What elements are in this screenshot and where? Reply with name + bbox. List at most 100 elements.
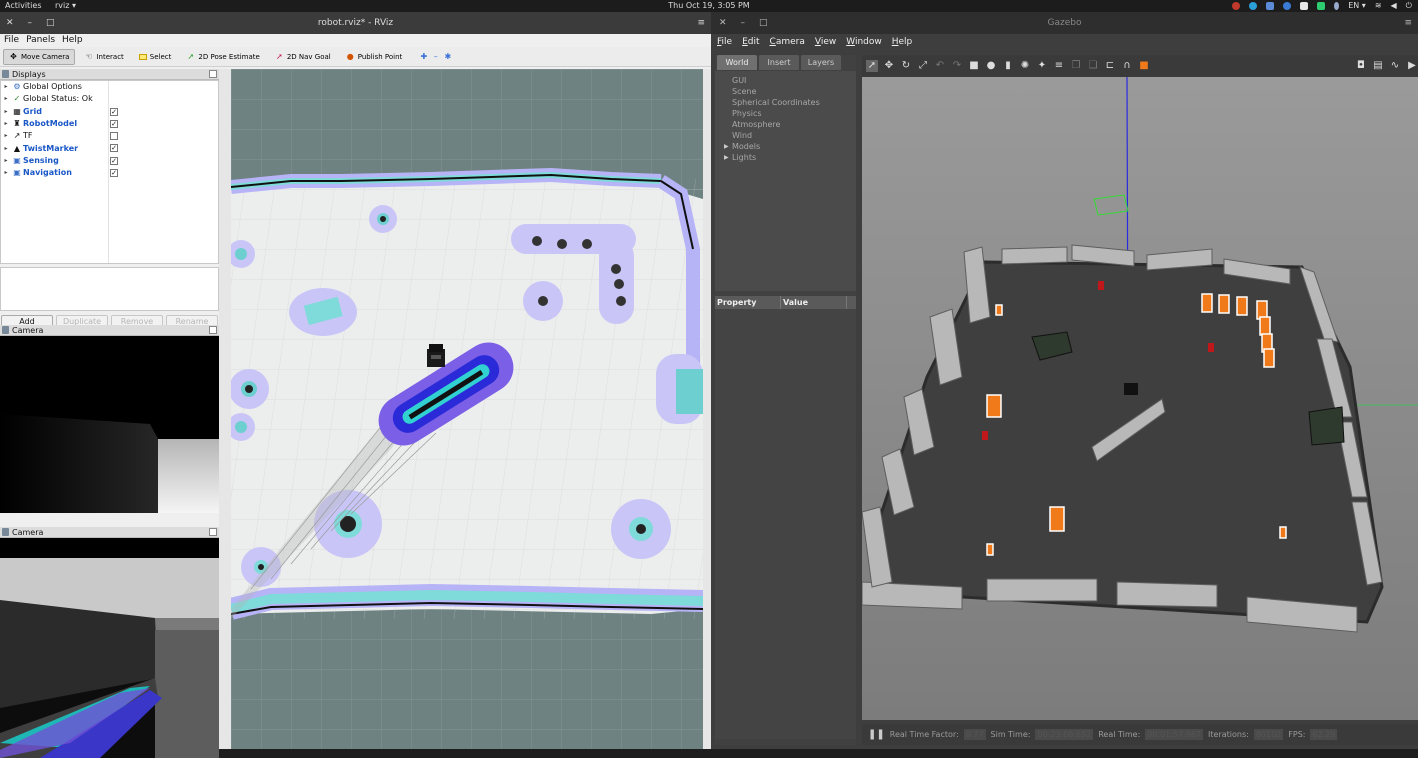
rotate-icon[interactable]: ↻ (900, 60, 912, 72)
expand-arrow-icon[interactable]: ▸ (1, 81, 11, 93)
menu-help[interactable]: Help (892, 34, 913, 51)
pose-estimate-button[interactable]: ➚ 2D Pose Estimate (180, 49, 265, 65)
publish-point-button[interactable]: ● Publish Point (340, 49, 409, 65)
display-row[interactable]: ▸ ▲ TwistMarker ✓ (1, 142, 218, 154)
display-row[interactable]: ▸ ▣ Navigation ✓ (1, 167, 218, 179)
spot-light-icon[interactable]: ✦ (1036, 60, 1048, 72)
copy-icon[interactable]: ❐ (1070, 60, 1082, 72)
display-checkbox[interactable]: ✓ (110, 169, 118, 178)
sphere-icon[interactable]: ● (985, 60, 997, 72)
app-menu[interactable]: rviz ▾ (55, 0, 76, 12)
cylinder-icon[interactable]: ▮ (1002, 60, 1014, 72)
undock-icon[interactable] (209, 528, 217, 536)
screenshot-icon[interactable]: ◘ (1355, 60, 1367, 72)
world-tree-item[interactable]: Atmosphere (715, 119, 856, 130)
menu-file[interactable]: File (717, 34, 732, 51)
expand-arrow-icon[interactable]: ▸ (1, 118, 11, 130)
expand-arrow-icon[interactable]: ▸ (1, 167, 11, 179)
record-icon[interactable] (1232, 2, 1241, 10)
clock[interactable]: Thu Oct 19, 3:05 PM (0, 0, 1418, 12)
move-camera-button[interactable]: ✥ Move Camera (3, 48, 76, 65)
snap-icon[interactable]: ∩ (1121, 60, 1133, 72)
undock-icon[interactable] (209, 70, 217, 78)
menu-help[interactable]: Help (62, 34, 83, 47)
menu-view[interactable]: View (815, 34, 836, 51)
display-checkbox[interactable] (110, 132, 118, 141)
interact-button[interactable]: ☜ Interact (78, 49, 129, 65)
video-icon[interactable]: ▶ (1406, 60, 1418, 72)
power-icon[interactable]: ⏻ (1406, 0, 1412, 12)
grid-tray-icon[interactable] (1300, 2, 1309, 10)
box-icon[interactable]: ■ (968, 60, 980, 72)
world-tree-item[interactable]: ▶ Lights (715, 152, 856, 163)
display-row[interactable]: ▸ ♜ RobotModel ✓ (1, 118, 218, 130)
panel-splitter-right[interactable] (703, 69, 711, 749)
activities-button[interactable]: Activities (5, 0, 42, 12)
gazebo-3d-view[interactable] (862, 77, 1418, 720)
hamburger-menu-icon[interactable]: ≡ (1404, 12, 1412, 34)
menu-file[interactable]: File (4, 34, 19, 47)
point-light-icon[interactable]: ✺ (1019, 60, 1031, 72)
display-checkbox[interactable]: ✓ (110, 107, 118, 116)
display-row[interactable]: ▸ ✓ Global Status: Ok (1, 93, 218, 105)
undock-icon[interactable] (209, 326, 217, 334)
depth-camera-view[interactable] (0, 336, 219, 513)
menu-edit[interactable]: Edit (742, 34, 759, 51)
display-row[interactable]: ▸ ⚙ Global Options (1, 81, 218, 93)
panel-splitter[interactable] (219, 69, 231, 749)
plot-icon[interactable]: ∿ (1389, 60, 1401, 72)
display-row[interactable]: ▸ ▣ Sensing ✓ (1, 155, 218, 167)
bluetooth-icon[interactable] (1334, 2, 1340, 10)
nav-goal-button[interactable]: ➚ 2D Nav Goal (269, 49, 337, 65)
expand-arrow-icon[interactable]: ▸ (1, 106, 11, 118)
expand-arrow-icon[interactable]: ▸ (1, 93, 11, 105)
select-button[interactable]: Select (133, 49, 178, 65)
display-row[interactable]: ▸ ↗ TF (1, 130, 218, 142)
expand-arrow-icon[interactable]: ▶ (724, 152, 729, 163)
world-tree-item[interactable]: GUI (715, 75, 856, 86)
menu-panels[interactable]: Panels (26, 34, 55, 47)
language-indicator[interactable]: EN ▾ (1348, 0, 1366, 12)
expand-arrow-icon[interactable]: ▶ (724, 141, 729, 152)
log-icon[interactable]: ▤ (1372, 60, 1384, 72)
rviz-3d-view[interactable] (231, 69, 703, 749)
translate-icon[interactable]: ✥ (883, 60, 895, 72)
redo-icon[interactable]: ↷ (951, 60, 963, 72)
wifi-icon[interactable]: ≋ (1375, 0, 1382, 12)
menu-window[interactable]: Window (846, 34, 882, 51)
add-tool-icon[interactable]: ✚ (419, 52, 428, 61)
world-tree-item[interactable]: Scene (715, 86, 856, 97)
rgb-camera-view[interactable] (0, 538, 219, 758)
world-tree-item[interactable]: Spherical Coordinates (715, 97, 856, 108)
telegram-icon[interactable] (1249, 2, 1258, 10)
display-checkbox[interactable]: ✓ (110, 156, 118, 165)
slack-icon[interactable] (1266, 2, 1275, 10)
display-checkbox[interactable]: ✓ (110, 144, 118, 153)
select-mode-icon[interactable]: ➚ (866, 60, 878, 72)
volume-icon[interactable]: ◀ (1391, 0, 1397, 12)
world-tree-item[interactable]: Physics (715, 108, 856, 119)
hamburger-menu-icon[interactable]: ≡ (697, 12, 705, 34)
undo-icon[interactable]: ↶ (934, 60, 946, 72)
sync-icon[interactable] (1283, 2, 1292, 10)
directional-light-icon[interactable]: ≡ (1053, 60, 1065, 72)
expand-arrow-icon[interactable]: ▸ (1, 143, 11, 155)
expand-arrow-icon[interactable]: ▸ (1, 130, 11, 142)
scale-icon[interactable]: ⤢ (917, 60, 929, 72)
menu-camera[interactable]: Camera (770, 34, 805, 51)
display-row[interactable]: ▸ ▦ Grid ✓ (1, 106, 218, 118)
color-icon[interactable]: ■ (1138, 60, 1150, 72)
shield-icon[interactable] (1317, 2, 1326, 10)
align-icon[interactable]: ⊏ (1104, 60, 1116, 72)
remove-tool-icon[interactable]: – (431, 52, 440, 61)
world-tree-item[interactable]: ▶ Models (715, 141, 856, 152)
pause-icon[interactable]: ❚❚ (868, 724, 885, 745)
paste-icon[interactable]: ❏ (1087, 60, 1099, 72)
tab-world[interactable]: World (717, 55, 757, 70)
tool-options-icon[interactable]: ✱ (443, 52, 452, 61)
tab-insert[interactable]: Insert (759, 55, 799, 70)
world-tree-item[interactable]: Wind (715, 130, 856, 141)
tab-layers[interactable]: Layers (801, 55, 841, 70)
expand-arrow-icon[interactable]: ▸ (1, 155, 11, 167)
display-checkbox[interactable]: ✓ (110, 119, 118, 128)
